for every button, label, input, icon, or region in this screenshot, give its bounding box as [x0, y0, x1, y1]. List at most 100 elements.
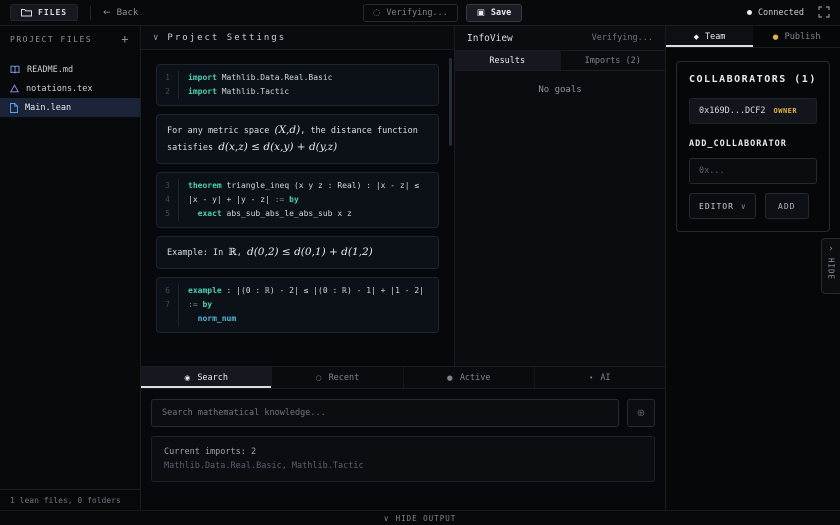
collaborator-address: 0x169D...DCF2: [699, 106, 766, 116]
code-token: import: [188, 87, 217, 96]
file-name: Main.lean: [25, 103, 71, 113]
code-block[interactable]: 6 example : |(0 : ℝ) - 2| ≤ |(0 : ℝ) - 1|…: [156, 277, 439, 333]
tab-publish[interactable]: ● Publish: [753, 26, 840, 47]
prose-segment: d(x,z) ≤ d(x,y) + d(y,z): [218, 141, 337, 153]
team-panel-content: COLLABORATORS (1) 0x169D...DCF2 OWNER AD…: [666, 48, 840, 245]
fullscreen-icon[interactable]: [818, 3, 830, 22]
prose-segment: For any metric space: [167, 126, 274, 136]
app-window: FILES ← Back ◌ Verifying... ▣ Save Conne…: [0, 0, 840, 525]
imports-title: Current imports: 2: [164, 445, 642, 459]
code-text: import Mathlib.Tactic: [188, 85, 289, 99]
verifying-button[interactable]: ◌ Verifying...: [363, 4, 458, 22]
code-text: := by: [188, 298, 212, 312]
add-collaborator-button[interactable]: ADD: [765, 193, 809, 219]
tab-label: Publish: [785, 32, 821, 42]
line-number: 4: [157, 193, 179, 207]
editor-content[interactable]: 1import Mathlib.Data.Real.Basic2import M…: [141, 50, 454, 366]
active-icon: ●: [447, 374, 453, 382]
main-area: PROJECT FILES + README.md notations.tex Ma…: [0, 26, 840, 510]
tab-search[interactable]: ◉Search: [141, 367, 272, 388]
back-button-label: Back: [117, 8, 139, 18]
code-line: 7:= by: [157, 298, 430, 312]
prose-block: Example: In ℝ, d(0,2) ≤ d(0,1) + d(1,2): [156, 236, 439, 269]
role-select[interactable]: EDITOR ∨: [689, 193, 756, 219]
hide-output-bar[interactable]: ∨ HIDE OUTPUT: [0, 510, 840, 525]
editor-header[interactable]: ∨ Project Settings: [141, 26, 454, 50]
tab-label: Active: [460, 373, 491, 383]
infoview-tab-imports-2-[interactable]: Imports (2): [561, 51, 666, 70]
search-button[interactable]: ⊕: [627, 399, 655, 427]
infoview-tab-results[interactable]: Results: [455, 51, 561, 70]
line-number: 3: [157, 179, 179, 193]
editor-title: Project Settings: [167, 33, 286, 43]
hide-output-label: HIDE OUTPUT: [396, 514, 457, 523]
infoview-title: InfoView: [467, 33, 513, 44]
code-text: |x - y| + |y - z| := by: [188, 193, 299, 207]
collaborator-address-input[interactable]: [689, 158, 817, 184]
collaborators-title: COLLABORATORS (1): [689, 74, 817, 85]
infoview-header: InfoView Verifying...: [455, 26, 665, 51]
lean-file-icon: [10, 103, 18, 113]
chevron-down-icon: ∨: [384, 514, 389, 523]
file-item[interactable]: notations.tex: [0, 79, 140, 98]
save-button[interactable]: ▣ Save: [466, 4, 523, 22]
search-row: ⊕: [151, 399, 655, 427]
code-token: Mathlib.Data.Real.Basic: [217, 73, 333, 82]
code-token: |x - y| + |y - z|: [188, 195, 275, 204]
recent-icon: ○: [315, 374, 321, 382]
prose-block: For any metric space (X,d), the distance…: [156, 114, 439, 164]
sidebar-header: PROJECT FILES +: [0, 26, 140, 52]
tab-recent[interactable]: ○ Recent: [272, 367, 403, 388]
tab-label: Search: [197, 373, 228, 383]
save-button-label: Save: [491, 8, 511, 18]
line-number: 2: [157, 85, 179, 99]
line-number: 5: [157, 207, 179, 221]
code-line: 2 import Mathlib.Tactic: [157, 85, 430, 99]
file-item[interactable]: README.md: [0, 60, 140, 79]
hide-sidebar-tab[interactable]: › HIDE: [821, 238, 840, 294]
role-row: EDITOR ∨ ADD: [689, 193, 817, 219]
code-text: exact abs_sub_abs_le_abs_sub x z: [188, 207, 352, 221]
tab-active[interactable]: ● Active: [404, 367, 535, 388]
files-button[interactable]: FILES: [10, 4, 78, 21]
topbar-right-group: Connected: [747, 3, 830, 22]
file-name: README.md: [27, 65, 73, 75]
tab-ai[interactable]: •AI: [535, 367, 665, 388]
code-token: theorem: [188, 181, 222, 190]
chevron-down-icon: ∨: [153, 33, 158, 43]
tab-label: AI: [600, 373, 610, 383]
search-input[interactable]: [151, 399, 619, 427]
code-line: 4 |x - y| + |y - z| := by: [157, 193, 430, 207]
save-icon: ▣: [477, 8, 485, 18]
tab-label: Recent: [329, 373, 360, 383]
prose-segment: ,: [237, 248, 247, 258]
file-item[interactable]: Main.lean: [0, 98, 140, 117]
back-arrow-icon: ←: [103, 8, 111, 18]
code-text: example : |(0 : ℝ) - 2| ≤ |(0 : ℝ) - 1| …: [188, 284, 424, 298]
code-block[interactable]: 1import Mathlib.Data.Real.Basic2import M…: [156, 64, 439, 106]
code-line: 3theorem triangle_ineq (x y z : Real) : …: [157, 179, 430, 193]
code-block[interactable]: 3theorem triangle_ineq (x y z : Real) : …: [156, 172, 439, 228]
infoview-status: Verifying...: [592, 33, 653, 43]
back-button[interactable]: ← Back: [103, 8, 138, 18]
code-line: 6 example : |(0 : ℝ) - 2| ≤ |(0 : ℝ) - 1|…: [157, 284, 430, 298]
chevron-down-icon: ∨: [741, 202, 746, 211]
editor-scrollbar[interactable]: [449, 58, 452, 146]
tex-icon: [10, 84, 19, 93]
code-token: :=: [275, 195, 285, 204]
code-token: norm_num: [188, 314, 236, 323]
tab-team[interactable]: ◆Team: [666, 26, 753, 47]
code-token: abs_sub_abs_le_abs_sub x z: [222, 209, 352, 218]
publish-icon: ●: [773, 33, 779, 41]
code-token: : |(0 : ℝ) - 2| ≤ |(0 : ℝ) - 1| + |1 - 2…: [222, 286, 424, 295]
knowledge-panel: ◉Search ○ Recent ● Active •AI ⊕ Current impor…: [141, 366, 665, 510]
line-number: 6: [157, 284, 179, 298]
tab-label: Team: [705, 32, 725, 42]
current-imports-box: Current imports: 2 Mathlib.Data.Real.Bas…: [151, 436, 655, 482]
search-icon: ⊕: [637, 408, 645, 419]
add-file-button[interactable]: +: [121, 33, 130, 45]
editor-blocks: 1import Mathlib.Data.Real.Basic2import M…: [156, 64, 439, 333]
code-token: by: [284, 195, 298, 204]
hide-tab-label: HIDE: [827, 258, 836, 280]
knowledge-tabs: ◉Search ○ Recent ● Active •AI: [141, 367, 665, 389]
